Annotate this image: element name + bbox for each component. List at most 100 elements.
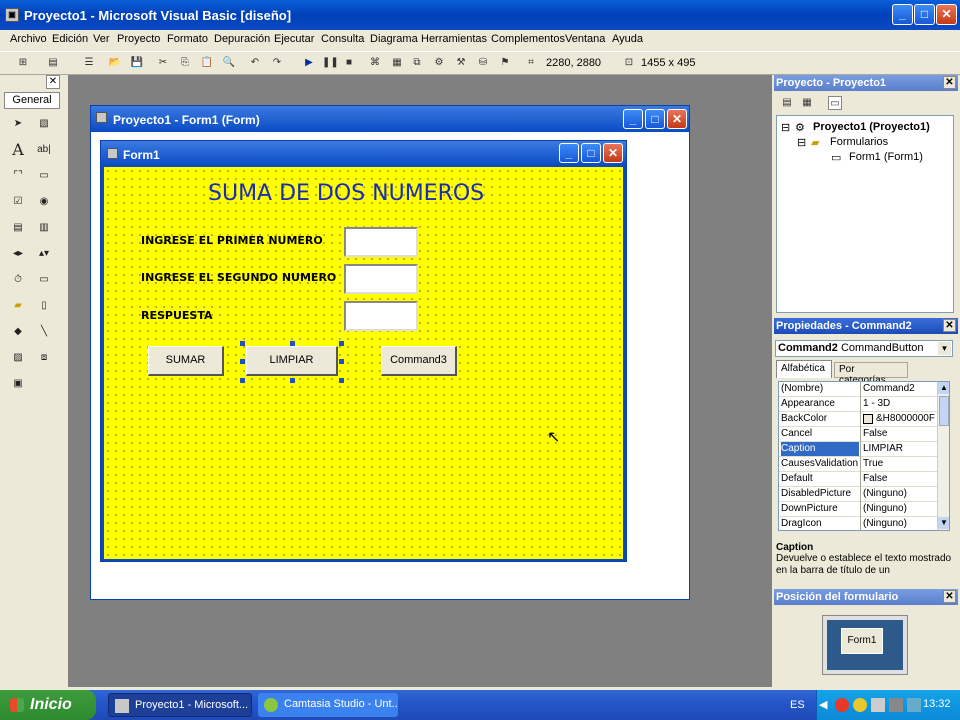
label-second-number[interactable]: INGRESE EL SEGUNDO NUMERO [141, 271, 336, 284]
form1-maximize-button[interactable]: □ [581, 143, 601, 163]
tray-icon-3[interactable] [871, 698, 885, 712]
copy-icon[interactable]: ⎘ [178, 56, 192, 70]
prop-row-caption[interactable]: Caption LIMPIAR [779, 442, 937, 457]
optionbutton-icon[interactable]: ◉ [34, 192, 54, 212]
paste-icon[interactable]: 📋 [200, 56, 214, 70]
prop-row-cancel[interactable]: Cancel False [779, 427, 937, 442]
form-layout-title-bar[interactable]: Posición del formulario ✕ [774, 589, 958, 605]
image-icon[interactable]: ▨ [8, 348, 28, 368]
toggle-folders-icon[interactable]: ▭ [828, 96, 842, 110]
form-layout-icon[interactable]: ⧉ [410, 56, 424, 70]
resize-handle-sw[interactable] [240, 378, 245, 383]
toolbox-tab-general[interactable]: General [4, 92, 60, 109]
data-icon[interactable]: ⧈ [34, 348, 54, 368]
vb-app-icon[interactable]: ▣ [5, 8, 19, 22]
chevron-down-icon[interactable]: ▼ [938, 342, 951, 355]
tray-icon-2[interactable] [853, 698, 867, 712]
task-vb[interactable]: Proyecto1 - Microsoft... [108, 693, 252, 717]
tree-item-project[interactable]: Proyecto1 (Proyecto1) [813, 121, 930, 133]
dirlistbox-icon[interactable]: ▰ [8, 296, 28, 316]
pointer-icon[interactable]: ➤ [8, 114, 28, 134]
menu-ejecutar[interactable]: Ejecutar [274, 33, 314, 45]
listbox-icon[interactable]: ▥ [34, 218, 54, 238]
menu-complementos[interactable]: Complementos [491, 33, 565, 45]
label-first-number[interactable]: INGRESE EL PRIMER NUMERO [141, 234, 323, 247]
resize-handle-ne[interactable] [339, 341, 344, 346]
prop-row-nombre[interactable]: (Nombre) Command2 [779, 382, 937, 397]
data-view-icon[interactable]: ⛁ [476, 56, 490, 70]
toolbox-close-icon[interactable]: ✕ [46, 75, 60, 89]
menu-ventana[interactable]: Ventana [565, 33, 605, 45]
task-camtasia[interactable]: Camtasia Studio - Unt... [258, 693, 398, 717]
prop-row-disabledpicture[interactable]: DisabledPicture (Ninguno) [779, 487, 937, 502]
minimize-button[interactable]: _ [892, 4, 913, 25]
frame-icon[interactable]: ⌜⌝ [8, 166, 28, 186]
menu-editor-icon[interactable]: ☰ [82, 56, 96, 70]
language-indicator[interactable]: ES [790, 699, 805, 711]
shape-icon[interactable]: ◆ [8, 322, 28, 342]
command3-button[interactable]: Command3 [381, 346, 457, 376]
scroll-thumb[interactable] [939, 396, 949, 426]
menu-diagrama[interactable]: Diagrama [370, 33, 418, 45]
menu-ayuda[interactable]: Ayuda [612, 33, 643, 45]
resize-handle-s[interactable] [290, 378, 295, 383]
label-icon[interactable]: A [8, 140, 28, 160]
menu-edicion[interactable]: Edición [52, 33, 88, 45]
prop-row-default[interactable]: Default False [779, 472, 937, 487]
filelistbox-icon[interactable]: ▯ [34, 296, 54, 316]
properties-close-icon[interactable]: ✕ [943, 319, 956, 332]
tree-collapse-icon-2[interactable]: ⊟ [797, 136, 806, 149]
undo-icon[interactable]: ↶ [248, 56, 262, 70]
tray-clock[interactable]: 13:32 [923, 698, 951, 710]
form-preview[interactable]: Form1 [841, 628, 883, 654]
properties-title-bar[interactable]: Propiedades - Command2 ✕ [774, 318, 958, 334]
tree-item-folder[interactable]: Formularios [830, 136, 888, 148]
ole-icon[interactable]: ▣ [8, 374, 28, 394]
tray-expand-icon[interactable]: ◀ [819, 698, 827, 711]
run-icon[interactable]: ▶ [302, 56, 316, 70]
form1-close-button[interactable]: ✕ [603, 143, 623, 163]
add-form-icon[interactable]: ▤ [46, 56, 60, 70]
resize-handle-se[interactable] [339, 378, 344, 383]
resize-handle-e[interactable] [339, 359, 344, 364]
properties-window-icon[interactable]: ▦ [390, 56, 404, 70]
stop-icon[interactable]: ■ [342, 56, 356, 70]
property-scrollbar[interactable]: ▲ ▼ [937, 382, 949, 530]
form1-canvas[interactable]: SUMA DE DOS NUMEROS INGRESE EL PRIMER NU… [104, 167, 623, 559]
designer-maximize-button[interactable]: □ [645, 109, 665, 129]
checkbox-icon[interactable]: ☑ [8, 192, 28, 212]
menu-proyecto[interactable]: Proyecto [117, 33, 160, 45]
find-icon[interactable]: 🔍 [222, 56, 236, 70]
sumar-button[interactable]: SUMAR [148, 346, 224, 376]
resize-handle-nw[interactable] [240, 341, 245, 346]
main-title-bar[interactable]: ▣ Proyecto1 - Microsoft Visual Basic [di… [0, 0, 960, 30]
limpiar-button[interactable]: LIMPIAR [246, 346, 338, 376]
tree-collapse-icon[interactable]: ⊟ [781, 121, 790, 134]
object-browser-icon[interactable]: ⚙ [432, 56, 446, 70]
scroll-down-icon[interactable]: ▼ [938, 517, 949, 529]
component-manager-icon[interactable]: ⚑ [498, 56, 512, 70]
save-icon[interactable]: 💾 [130, 56, 144, 70]
drivelistbox-icon[interactable]: ▭ [34, 270, 54, 290]
designer-title-bar[interactable]: Proyecto1 - Form1 (Form) _ □ ✕ [91, 106, 689, 132]
prop-row-causesvalidation[interactable]: CausesValidation True [779, 457, 937, 472]
close-button[interactable]: ✕ [936, 4, 957, 25]
vscrollbar-icon[interactable]: ▴▾ [34, 244, 54, 264]
project-explorer-close-icon[interactable]: ✕ [943, 76, 956, 89]
object-selector[interactable]: Command2 CommandButton ▼ [775, 340, 953, 357]
tray-icon-4[interactable] [889, 698, 903, 712]
picturebox-icon[interactable]: ▧ [34, 114, 54, 134]
view-code-icon[interactable]: ▤ [780, 96, 794, 110]
combobox-icon[interactable]: ▤ [8, 218, 28, 238]
resize-handle-w[interactable] [240, 359, 245, 364]
tab-por-categorias[interactable]: Por categorías [834, 362, 908, 386]
menu-ver[interactable]: Ver [93, 33, 110, 45]
textbox-answer[interactable] [344, 301, 418, 331]
form1-window[interactable]: Form1 _ □ ✕ SUMA DE DOS NUMEROS INGRESE … [100, 140, 627, 562]
tab-alfabetica[interactable]: Alfabética [776, 360, 832, 378]
label-answer[interactable]: RESPUESTA [141, 309, 213, 322]
maximize-button[interactable]: □ [914, 4, 935, 25]
commandbutton-icon[interactable]: ▭ [34, 166, 54, 186]
form1-minimize-button[interactable]: _ [559, 143, 579, 163]
designer-close-button[interactable]: ✕ [667, 109, 687, 129]
